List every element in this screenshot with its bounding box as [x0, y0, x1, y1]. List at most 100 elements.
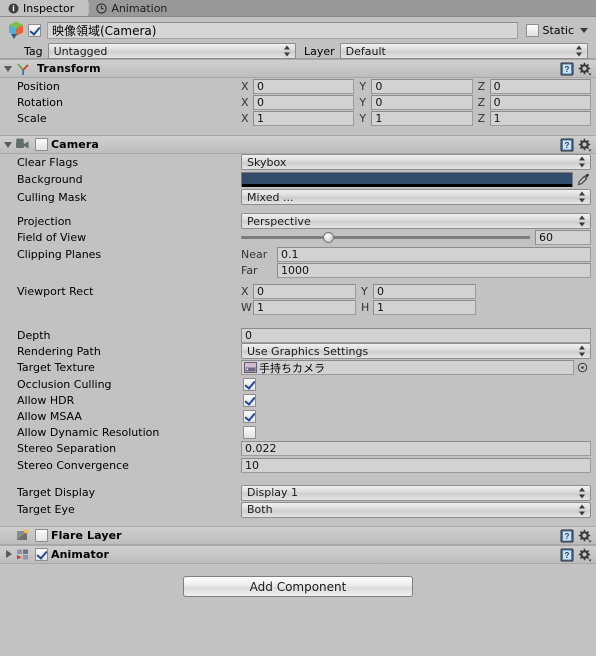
gear-icon[interactable] — [578, 62, 592, 76]
scale-y: Y1 — [359, 110, 473, 126]
projection-dropdown[interactable]: Perspective — [241, 213, 591, 229]
label-background: Background — [17, 173, 83, 186]
stereo-convergence-input[interactable]: 10 — [241, 458, 591, 473]
label-viewport-rect: Viewport Rect — [17, 284, 94, 298]
svg-text:?: ? — [565, 65, 570, 74]
axis-label-x: X — [241, 111, 249, 125]
component-header-flare-layer[interactable]: Flare Layer ? — [0, 526, 596, 545]
culling-mask-value: Mixed ... — [247, 190, 294, 204]
layer-value: Default — [345, 44, 386, 58]
tab-inspector-label: Inspector — [23, 1, 75, 15]
scale-z-input[interactable]: 1 — [489, 110, 591, 126]
label-stereo-separation: Stereo Separation — [17, 442, 117, 455]
allow-dynamic-resolution-checkbox[interactable] — [243, 425, 256, 439]
component-title-flare-layer: Flare Layer — [51, 529, 122, 542]
axis-label-y: Y — [359, 79, 367, 93]
position-x: X0 — [241, 78, 355, 94]
background-color-swatch[interactable] — [241, 172, 573, 187]
allow-hdr-checkbox[interactable] — [243, 393, 256, 407]
row-target-eye: Target Eye Both — [0, 501, 591, 518]
rendering-path-dropdown[interactable]: Use Graphics Settings — [241, 343, 591, 359]
field-of-view-slider[interactable] — [241, 230, 530, 245]
field-of-view-input[interactable]: 60 — [535, 230, 591, 245]
inspector-panel: 映像領域(Camera) Static Tag Untagged Layer D… — [0, 17, 596, 656]
component-header-camera[interactable]: Camera ? — [0, 135, 596, 154]
camera-rows: Clear Flags Skybox Background Culling Ma… — [0, 154, 596, 518]
static-label: Static — [542, 23, 574, 37]
gameobject-enabled-checkbox[interactable] — [28, 23, 41, 37]
layer-dropdown[interactable]: Default — [339, 43, 589, 59]
clipping-far-input[interactable]: 1000 — [277, 262, 591, 278]
flare-layer-enabled-checkbox[interactable] — [35, 529, 48, 542]
static-group: Static — [525, 23, 590, 37]
allow-msaa-checkbox[interactable] — [243, 409, 256, 423]
help-icon[interactable]: ? — [560, 138, 574, 152]
rotation-z-input[interactable]: 0 — [489, 94, 591, 110]
tag-dropdown[interactable]: Untagged — [47, 43, 296, 59]
help-icon[interactable]: ? — [560, 529, 574, 543]
updown-arrows-icon — [576, 45, 583, 57]
rotation-y-input[interactable]: 0 — [371, 94, 473, 110]
row-target-texture: Target Texture 手持ちカメラ — [0, 359, 591, 376]
gear-icon[interactable] — [578, 548, 592, 562]
viewport-x-input[interactable]: 0 — [253, 283, 356, 299]
tab-animation[interactable]: Animation — [88, 0, 182, 16]
occlusion-culling-checkbox[interactable] — [243, 377, 256, 391]
animator-enabled-checkbox[interactable] — [35, 548, 48, 561]
chevron-down-icon[interactable] — [580, 27, 588, 33]
foldout-camera-icon[interactable] — [3, 139, 14, 150]
label-occlusion-culling: Occlusion Culling — [17, 377, 112, 391]
label-target-texture: Target Texture — [17, 361, 95, 374]
clear-flags-dropdown[interactable]: Skybox — [241, 154, 591, 170]
foldout-flare-layer-icon[interactable] — [3, 530, 14, 541]
tab-animation-label: Animation — [111, 1, 168, 15]
target-eye-dropdown[interactable]: Both — [241, 501, 591, 518]
position-y-input[interactable]: 0 — [371, 78, 473, 94]
help-icon[interactable]: ? — [560, 548, 574, 562]
label-clipping-planes: Clipping Planes — [17, 247, 102, 261]
slider-handle[interactable] — [322, 232, 334, 243]
label-allow-dynamic-resolution: Allow Dynamic Resolution — [17, 425, 160, 439]
scale-y-input[interactable]: 1 — [371, 110, 473, 126]
clipping-near-input[interactable]: 0.1 — [277, 246, 591, 262]
object-picker-icon[interactable] — [574, 362, 591, 373]
target-display-dropdown[interactable]: Display 1 — [241, 484, 591, 501]
component-header-transform[interactable]: Transform ? — [0, 59, 596, 78]
help-icon[interactable]: ? — [560, 62, 574, 76]
scale-x: X1 — [241, 110, 355, 126]
animator-icon — [15, 547, 31, 562]
row-allow-hdr: Allow HDR — [0, 392, 591, 408]
culling-mask-dropdown[interactable]: Mixed ... — [241, 189, 591, 205]
row-target-display: Target Display Display 1 — [0, 484, 591, 501]
rotation-x-input[interactable]: 0 — [253, 94, 355, 110]
scale-x-input[interactable]: 1 — [253, 110, 355, 126]
axis-label-w: W — [241, 300, 252, 314]
tab-inspector[interactable]: Inspector — [0, 0, 89, 16]
gear-icon[interactable] — [578, 529, 592, 543]
component-header-animator[interactable]: Animator ? — [0, 545, 596, 564]
static-checkbox[interactable] — [525, 23, 539, 37]
rotation-y: Y0 — [359, 94, 473, 110]
clock-icon — [96, 2, 107, 14]
eyedropper-icon[interactable] — [577, 172, 591, 187]
depth-input[interactable]: 0 — [241, 327, 591, 343]
gameobject-name-input[interactable]: 映像領域(Camera) — [47, 21, 518, 39]
stereo-separation-input[interactable]: 0.022 — [241, 441, 591, 456]
axis-label-x: X — [241, 79, 249, 93]
foldout-transform-icon[interactable] — [3, 63, 14, 74]
position-z-input[interactable]: 0 — [489, 78, 591, 94]
updown-arrows-icon — [283, 45, 291, 57]
add-component-button[interactable]: Add Component — [183, 576, 413, 597]
foldout-animator-icon[interactable] — [3, 549, 14, 560]
viewport-h-input[interactable]: 1 — [373, 299, 476, 315]
viewport-w-input[interactable]: 1 — [253, 299, 356, 315]
viewport-y-input[interactable]: 0 — [373, 283, 476, 299]
position-x-input[interactable]: 0 — [253, 78, 355, 94]
transform-rows: Position X0 Y0 Z0 Rotation X0 Y0 Z0 Scal… — [0, 78, 596, 126]
updown-arrows-icon — [579, 191, 586, 203]
camera-enabled-checkbox[interactable] — [35, 138, 48, 151]
target-texture-objectfield[interactable]: 手持ちカメラ — [241, 360, 574, 375]
axis-label-y: Y — [359, 111, 367, 125]
axis-label-x: X — [241, 95, 249, 109]
gear-icon[interactable] — [578, 138, 592, 152]
